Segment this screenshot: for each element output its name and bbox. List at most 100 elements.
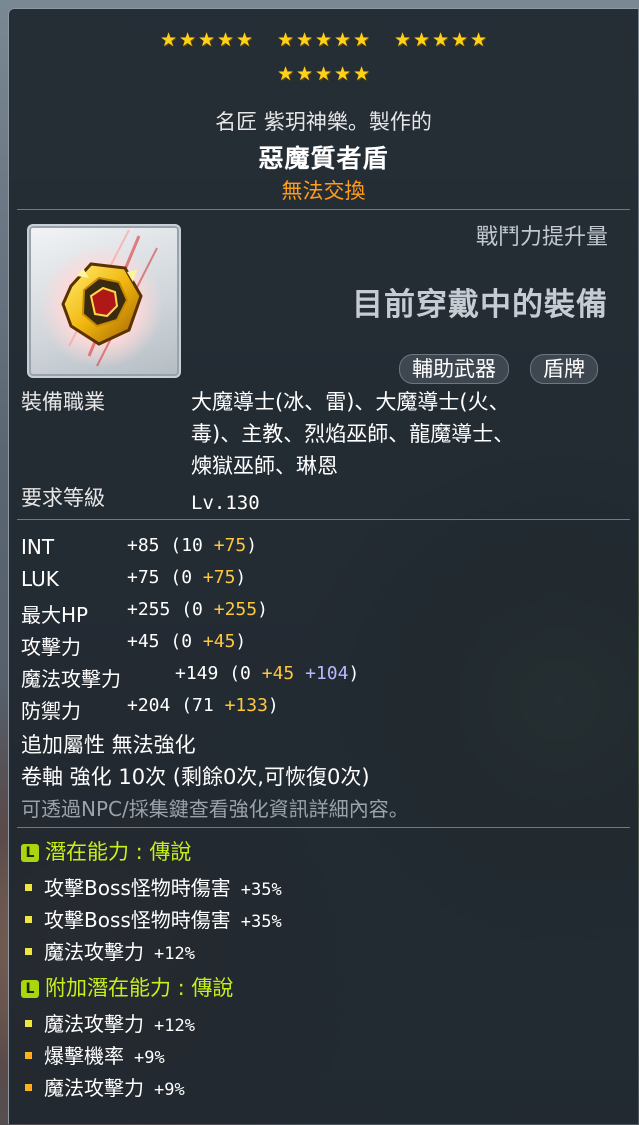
stat-base: (0 bbox=[181, 599, 203, 620]
star-icon: ★ bbox=[198, 29, 216, 51]
stat-base: (10 bbox=[170, 535, 203, 556]
stat-total: +85 bbox=[127, 535, 160, 556]
stat-value: +255 (0 +255) bbox=[127, 599, 268, 620]
star-icon: ★ bbox=[160, 29, 178, 51]
crafter-line: 名匠 紫玥神樂。製作的 bbox=[215, 110, 432, 134]
stat-value: +75 (0 +75) bbox=[127, 567, 246, 588]
job-list: 大魔導士(冰、雷)、大魔導士(火、 毒)、主教、烈焰巫師、龍魔導士、 煉獄巫師、… bbox=[191, 386, 621, 482]
star-icon: ★ bbox=[217, 29, 235, 51]
currently-equipped-text: 目前穿戴中的裝備 bbox=[352, 287, 608, 323]
star-group: ★ ★ ★ ★ ★ bbox=[159, 31, 254, 50]
stat-total: +255 bbox=[127, 599, 171, 620]
bullet-icon bbox=[25, 916, 32, 923]
item-icon-frame bbox=[27, 224, 181, 378]
stat-total: +75 bbox=[127, 567, 160, 588]
stat-name: 防禦力 bbox=[21, 699, 81, 723]
potential-stat-name: 魔法攻擊力 bbox=[44, 940, 144, 964]
bullet-icon bbox=[25, 884, 32, 891]
level-requirement-label: 要求等級 bbox=[21, 486, 105, 510]
stat-close-paren: ) bbox=[257, 599, 268, 620]
star-icon: ★ bbox=[334, 29, 352, 51]
enhance-hint-line: 可透過NPC/採集鍵查看強化資訊詳細內容。 bbox=[21, 797, 409, 821]
divider bbox=[17, 519, 630, 520]
divider bbox=[17, 827, 630, 828]
job-list-line: 煉獄巫師、琳恩 bbox=[191, 454, 338, 478]
stat-name: INT bbox=[21, 535, 55, 559]
untradable-label: 無法交換 bbox=[281, 179, 366, 203]
bonus-potential-title-text: 附加潛在能力 : 傳說 bbox=[45, 976, 234, 1000]
stat-row: 魔法攻擊力 +149 (0 +45 +104) bbox=[21, 663, 359, 692]
stat-value: +45 (0 +45) bbox=[127, 631, 246, 652]
star-icon: ★ bbox=[413, 29, 431, 51]
item-tooltip: ★ ★ ★ ★ ★ ★ ★ ★ ★ ★ ★ ★ ★ ★ ★ ★ ★ ★ ★ ★ 名匠 紫玥神樂。製作的 惡魔質者盾 … bbox=[8, 8, 638, 1124]
type-badge: 盾牌 bbox=[530, 354, 598, 384]
bullet-icon bbox=[25, 1052, 32, 1059]
stat-base: (71 bbox=[181, 695, 214, 716]
scroll-upgrade-line: 卷軸 強化 10次 (剩餘0次,可恢復0次) bbox=[21, 765, 370, 789]
stat-name: 攻擊力 bbox=[21, 635, 81, 659]
stat-flame-bonus: +45 bbox=[261, 663, 295, 684]
stat-close-paren: ) bbox=[267, 695, 279, 716]
stat-value: +149 (0 +45 +104) bbox=[175, 663, 359, 684]
stat-name: 魔法攻擊力 bbox=[21, 667, 121, 691]
potential-line: 魔法攻擊力 +12% bbox=[21, 1008, 195, 1037]
star-icon: ★ bbox=[470, 29, 488, 51]
star-icon: ★ bbox=[179, 29, 197, 51]
stat-total: +149 bbox=[175, 663, 219, 684]
star-icon: ★ bbox=[353, 63, 371, 85]
potential-stat-name: 攻擊Boss怪物時傷害 bbox=[44, 876, 231, 900]
stat-flame-bonus: +75 bbox=[202, 567, 236, 588]
star-icon: ★ bbox=[394, 29, 412, 51]
potential-stat-name: 爆擊機率 bbox=[44, 1044, 124, 1068]
bullet-icon bbox=[25, 948, 32, 955]
potential-stat-value: +12% bbox=[154, 944, 195, 964]
stat-total: +204 bbox=[127, 695, 171, 716]
stat-star-force-bonus: +104 bbox=[305, 663, 349, 684]
combat-power-label: 戰鬥力提升量 bbox=[475, 225, 608, 250]
bullet-icon bbox=[25, 1084, 32, 1091]
stat-base: (0 bbox=[170, 567, 193, 588]
stat-name: 最大HP bbox=[21, 603, 89, 627]
job-list-line: 毒)、主教、烈焰巫師、龍魔導士、 bbox=[191, 422, 515, 446]
potential-stat-value: +35% bbox=[240, 912, 282, 932]
divider bbox=[17, 209, 630, 210]
stat-row: LUK +75 (0 +75) bbox=[21, 567, 246, 591]
star-group: ★ ★ ★ ★ ★ bbox=[393, 31, 488, 50]
potential-title-text: 潛在能力 : 傳說 bbox=[45, 840, 192, 864]
legendary-tier-icon: L bbox=[21, 980, 39, 998]
star-icon: ★ bbox=[353, 29, 371, 51]
stat-value: +204 (71 +133) bbox=[127, 695, 279, 716]
stat-close-paren: ) bbox=[246, 535, 258, 556]
star-icon: ★ bbox=[334, 63, 352, 85]
potential-line: 攻擊Boss怪物時傷害 +35% bbox=[21, 872, 282, 901]
stat-name: LUK bbox=[21, 567, 59, 591]
bonus-stat-line: 追加屬性 無法強化 bbox=[21, 733, 196, 757]
stat-flame-bonus: +255 bbox=[213, 599, 258, 620]
stat-base: (0 bbox=[229, 663, 251, 684]
potential-line: 爆擊機率 +9% bbox=[21, 1040, 165, 1069]
star-icon: ★ bbox=[451, 29, 469, 51]
star-group: ★ ★ ★ ★ ★ bbox=[276, 31, 371, 50]
bullet-icon bbox=[25, 1020, 32, 1027]
star-force-row: ★ ★ ★ ★ ★ bbox=[9, 65, 638, 84]
stat-total: +45 bbox=[127, 631, 160, 652]
stat-row: INT +85 (10 +75) bbox=[21, 535, 257, 559]
star-force-row: ★ ★ ★ ★ ★ ★ ★ ★ ★ ★ ★ ★ ★ ★ ★ bbox=[9, 31, 638, 50]
legendary-tier-icon: L bbox=[21, 844, 39, 862]
potential-stat-name: 魔法攻擊力 bbox=[44, 1076, 144, 1100]
potential-stat-name: 攻擊Boss怪物時傷害 bbox=[44, 908, 231, 932]
potential-title: L 潛在能力 : 傳說 bbox=[21, 836, 191, 866]
potential-line: 攻擊Boss怪物時傷害 +35% bbox=[21, 904, 282, 933]
stat-close-paren: ) bbox=[348, 663, 360, 684]
star-icon: ★ bbox=[296, 63, 314, 85]
stat-flame-bonus: +75 bbox=[213, 535, 247, 556]
stat-flame-bonus: +133 bbox=[224, 695, 268, 716]
potential-stat-value: +35% bbox=[240, 880, 282, 900]
item-name: 惡魔質者盾 bbox=[258, 144, 389, 173]
star-icon: ★ bbox=[277, 63, 295, 85]
job-requirement-label: 裝備職業 bbox=[21, 390, 105, 414]
demon-avenger-shield-icon bbox=[39, 229, 163, 368]
potential-stat-value: +9% bbox=[154, 1080, 185, 1100]
stat-row: 最大HP +255 (0 +255) bbox=[21, 599, 268, 628]
stat-base: (0 bbox=[170, 631, 193, 652]
